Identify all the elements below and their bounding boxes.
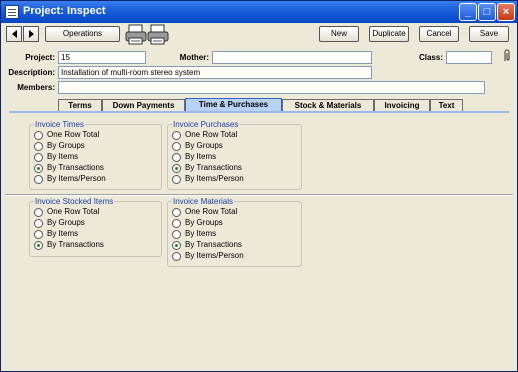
print-preview-icon[interactable]: [147, 24, 171, 46]
invoice-purchases-title: Invoice Purchases: [172, 120, 240, 129]
app-icon: [5, 5, 19, 19]
title-bar: Project: Inspect _ □ ×: [1, 1, 517, 23]
radio-button[interactable]: [172, 230, 181, 239]
project-field[interactable]: 15: [58, 51, 146, 64]
radio-button[interactable]: [172, 153, 181, 162]
save-button[interactable]: Save: [469, 26, 509, 42]
radio-button[interactable]: [172, 131, 181, 140]
radio-button[interactable]: [172, 219, 181, 228]
description-label: Description:: [8, 68, 55, 77]
radio-button[interactable]: [172, 208, 181, 217]
next-arrow-icon: [29, 30, 34, 38]
next-record-button[interactable]: [23, 26, 39, 42]
window-title: Project: Inspect: [23, 5, 106, 17]
radio-button-selected[interactable]: [34, 164, 43, 173]
radio-button[interactable]: [172, 142, 181, 151]
tab-underline: [9, 111, 509, 113]
close-icon[interactable]: ×: [497, 3, 515, 21]
invoice-times-title: Invoice Times: [34, 120, 85, 129]
invoice-times-group: Invoice Times One Row Total By Groups By…: [29, 120, 162, 190]
invoice-materials-group: Invoice Materials One Row Total By Group…: [167, 197, 302, 267]
maximize-icon[interactable]: □: [478, 3, 496, 21]
radio-button[interactable]: [34, 153, 43, 162]
minimize-icon[interactable]: _: [459, 3, 477, 21]
radio-button-selected[interactable]: [172, 164, 181, 173]
invoice-purchases-group: Invoice Purchases One Row Total By Group…: [167, 120, 302, 190]
new-button[interactable]: New: [319, 26, 359, 42]
description-field[interactable]: Installation of multi-room stereo system: [58, 66, 372, 79]
prev-record-button[interactable]: [6, 26, 22, 42]
section-separator: [5, 194, 513, 195]
class-label: Class:: [418, 53, 443, 62]
paperclip-icon[interactable]: [503, 49, 511, 63]
radio-button-selected[interactable]: [172, 241, 181, 250]
radio-button[interactable]: [34, 142, 43, 151]
radio-button[interactable]: [34, 131, 43, 140]
radio-button[interactable]: [34, 230, 43, 239]
members-field[interactable]: [58, 81, 485, 94]
invoice-materials-title: Invoice Materials: [172, 197, 235, 206]
mother-field[interactable]: [212, 51, 372, 64]
project-inspect-window: Project: Inspect _ □ × Operations New Du…: [0, 0, 518, 372]
radio-button[interactable]: [34, 208, 43, 217]
class-field[interactable]: [446, 51, 492, 64]
radio-button-selected[interactable]: [34, 241, 43, 250]
invoice-stocked-items-group: Invoice Stocked Items One Row Total By G…: [29, 197, 162, 257]
radio-button[interactable]: [34, 219, 43, 228]
radio-button[interactable]: [34, 175, 43, 184]
radio-button[interactable]: [172, 252, 181, 261]
invoice-stocked-items-title: Invoice Stocked Items: [34, 197, 115, 206]
prev-arrow-icon: [12, 30, 17, 38]
mother-label: Mother:: [179, 53, 209, 62]
project-label: Project:: [25, 53, 55, 62]
printer-icon[interactable]: [125, 24, 149, 46]
operations-button[interactable]: Operations: [45, 26, 120, 42]
cancel-button[interactable]: Cancel: [419, 26, 459, 42]
duplicate-button[interactable]: Duplicate: [369, 26, 409, 42]
radio-button[interactable]: [172, 175, 181, 184]
members-label: Members:: [17, 83, 55, 92]
